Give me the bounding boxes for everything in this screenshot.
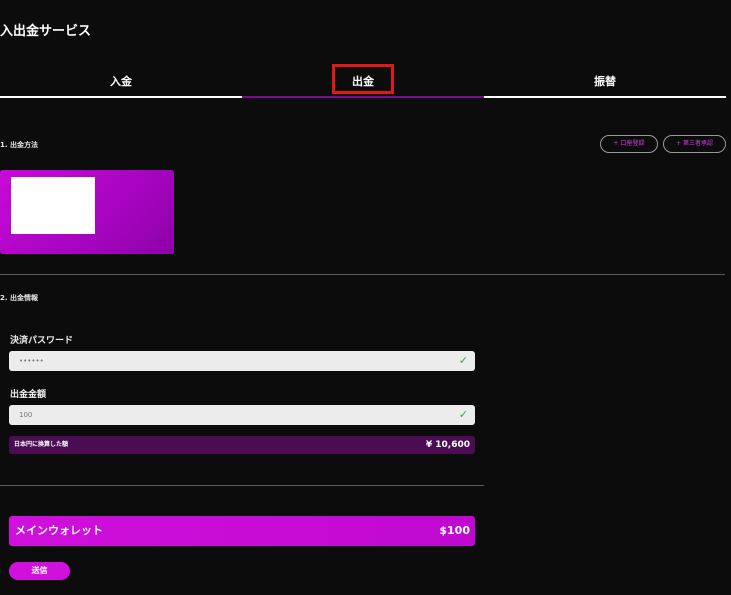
password-label: 決済パスワード [10, 336, 74, 346]
yen-conversion-label: 日本円に換算した額 [14, 441, 69, 448]
section-withdraw-method-label: 1. 出金方法 [0, 141, 38, 149]
wallet-amount: $100 [439, 524, 470, 537]
method-logo-image [11, 177, 95, 234]
page-title: 入出金サービス [0, 24, 92, 39]
section-divider [0, 274, 725, 275]
password-input-value: •••••• [19, 357, 44, 365]
yen-conversion-value: ¥ 10,600 [425, 440, 470, 450]
wallet-name: メインウォレット [15, 524, 103, 537]
withdraw-method-card[interactable] [0, 170, 174, 254]
check-icon: ✓ [458, 408, 468, 421]
amount-input-value: 100 [19, 411, 33, 419]
tab-underline-active [242, 96, 484, 98]
form-divider [0, 485, 484, 486]
submit-button[interactable]: 送信 [9, 562, 70, 580]
tab-highlight-box [332, 64, 394, 94]
section-withdraw-info-label: 2. 出金情報 [0, 294, 38, 302]
tab-underline [484, 96, 726, 98]
tab-transfer[interactable]: 振替 [484, 70, 726, 98]
tab-transfer-label: 振替 [594, 75, 616, 88]
amount-input[interactable]: 100 ✓ [9, 405, 475, 425]
password-input[interactable]: •••••• ✓ [9, 351, 475, 371]
account-register-button[interactable]: + 口座登録 [600, 135, 658, 153]
check-icon: ✓ [458, 354, 468, 367]
tab-deposit-label: 入金 [110, 75, 132, 88]
amount-label: 出金金額 [10, 390, 47, 400]
main-wallet-bar[interactable]: メインウォレット $100 [9, 516, 475, 546]
tab-underline [0, 96, 242, 98]
third-party-button[interactable]: + 第三者承認 [663, 135, 726, 153]
yen-conversion-bar: 日本円に換算した額 ¥ 10,600 [9, 436, 475, 454]
tab-deposit[interactable]: 入金 [0, 70, 242, 98]
